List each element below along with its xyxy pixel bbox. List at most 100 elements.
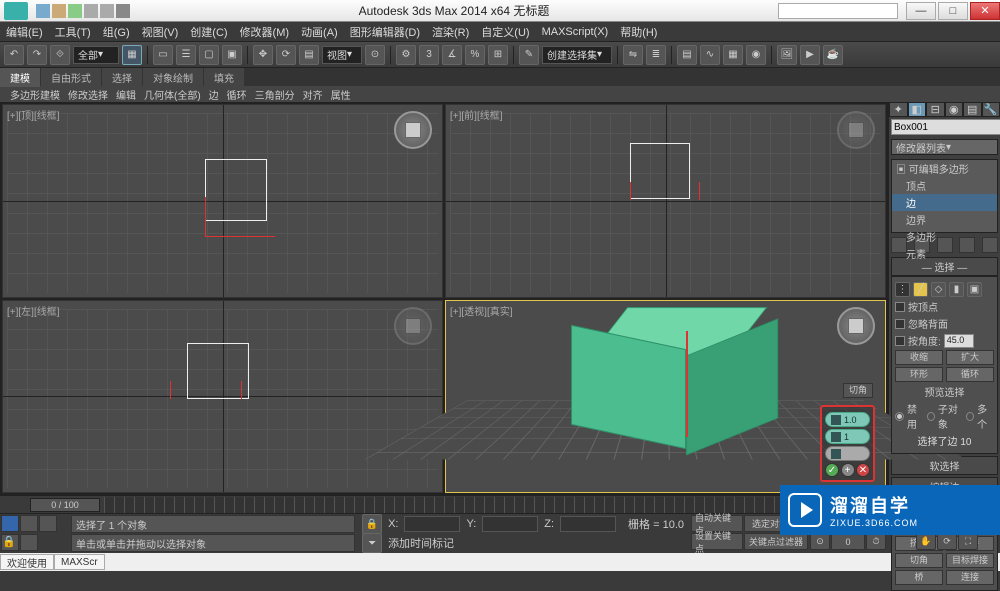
menu-view[interactable]: 视图(V) <box>142 24 179 40</box>
menu-tools[interactable]: 工具(T) <box>55 24 91 40</box>
subrib-props[interactable]: 属性 <box>331 87 351 102</box>
qa-save-icon[interactable] <box>68 4 82 18</box>
chamfer-segments-field[interactable]: 1 <box>825 429 870 444</box>
select-name-icon[interactable]: ☰ <box>176 45 196 65</box>
close-button[interactable]: ✕ <box>970 2 1000 20</box>
rect-select-icon[interactable]: ▢ <box>199 45 219 65</box>
menu-grapheditors[interactable]: 图形编辑器(D) <box>350 24 420 40</box>
qa-undo-icon[interactable] <box>84 4 98 18</box>
selection-filter[interactable]: 全部 ▾ <box>73 46 119 64</box>
render-frame-icon[interactable]: ▶ <box>800 45 820 65</box>
time-config-icon[interactable]: ⏱ <box>866 533 886 550</box>
percent-snap-icon[interactable]: % <box>465 45 485 65</box>
cmdtab-modify-icon[interactable]: ◧ <box>908 102 927 117</box>
maximize-button[interactable]: □ <box>938 2 968 20</box>
cmdtab-display-icon[interactable]: ▤ <box>963 102 982 117</box>
align-icon[interactable]: ≣ <box>646 45 666 65</box>
target-weld-button[interactable]: 目标焊接 <box>946 553 994 568</box>
cmdtab-hierarchy-icon[interactable]: ⊟ <box>926 102 945 117</box>
subobj-vertex-icon[interactable]: ⋮ <box>895 282 910 297</box>
coord-z[interactable] <box>560 516 616 532</box>
box-object[interactable] <box>570 307 720 427</box>
lock-icon[interactable]: 🔒 <box>1 534 19 551</box>
stack-border[interactable]: 边界 <box>892 211 997 228</box>
rotate-icon[interactable]: ⟳ <box>276 45 296 65</box>
help-search[interactable] <box>778 3 898 19</box>
track2-icon[interactable] <box>39 515 57 532</box>
app-logo[interactable] <box>4 2 28 20</box>
subrib-polymodel[interactable]: 多边形建模 <box>10 87 60 102</box>
frame-slider[interactable]: 0 / 100 <box>30 498 100 512</box>
angle-snap-icon[interactable]: ∡ <box>442 45 462 65</box>
shrink-button[interactable]: 收缩 <box>895 350 943 365</box>
render-icon[interactable]: ☕ <box>823 45 843 65</box>
keyfilter-button[interactable]: 关键点过滤器 <box>744 533 808 550</box>
subobj-edge-icon[interactable]: ╱ <box>913 282 928 297</box>
subrib-tri[interactable]: 三角剖分 <box>255 87 295 102</box>
current-frame[interactable]: 0 <box>831 533 865 550</box>
ring-button[interactable]: 环形 <box>895 367 943 382</box>
by-angle-checkbox[interactable] <box>895 336 905 346</box>
cmdtab-motion-icon[interactable]: ◉ <box>945 102 964 117</box>
subrib-align[interactable]: 对齐 <box>303 87 323 102</box>
curve-editor-icon[interactable]: ∿ <box>700 45 720 65</box>
menu-animation[interactable]: 动画(A) <box>301 24 338 40</box>
subobj-element-icon[interactable]: ▣ <box>967 282 982 297</box>
named-selection-set[interactable]: 创建选择集 ▾ <box>542 46 612 64</box>
modifier-list-dropdown[interactable]: 修改器列表 ▾ <box>891 139 998 155</box>
ribbon-tab-freeform[interactable]: 自由形式 <box>41 68 101 87</box>
footer-maxscript[interactable]: MAXScr <box>54 554 105 570</box>
modifier-stack[interactable]: ▣ 可编辑多边形 顶点 边 边界 多边形 元素 <box>891 159 998 233</box>
coord-x[interactable] <box>404 516 460 532</box>
select-icon[interactable]: ▭ <box>153 45 173 65</box>
cmdtab-create-icon[interactable]: ✦ <box>889 102 908 117</box>
qa-new-icon[interactable] <box>36 4 50 18</box>
coord-y[interactable] <box>482 516 538 532</box>
angle-spinner[interactable]: 45.0 <box>944 334 974 348</box>
ribbon-tab-objectpaint[interactable]: 对象绘制 <box>143 68 203 87</box>
stack-edge[interactable]: 边 <box>892 194 997 211</box>
subobj-border-icon[interactable]: ◇ <box>931 282 946 297</box>
schematic-icon[interactable]: ▦ <box>723 45 743 65</box>
manip-icon[interactable]: ⚙ <box>396 45 416 65</box>
qa-redo-icon[interactable] <box>100 4 114 18</box>
subobj-poly-icon[interactable]: ▮ <box>949 282 964 297</box>
mini-listener-icon[interactable] <box>1 515 19 532</box>
render-setup-icon[interactable]: 🖼 <box>777 45 797 65</box>
lock-selection-icon[interactable]: 🔒 <box>362 514 382 534</box>
ribbon-tab-modeling[interactable]: 建模 <box>0 68 40 87</box>
viewport-top[interactable]: [+][顶][线框] <box>2 104 443 298</box>
object-name-field[interactable] <box>891 119 1000 135</box>
menu-rendering[interactable]: 渲染(R) <box>432 24 469 40</box>
loop-button[interactable]: 循环 <box>946 367 994 382</box>
ribbon-tab-selection[interactable]: 选择 <box>102 68 142 87</box>
viewport-perspective[interactable]: [+][透视][真实] 切角 1.0 1 ✓ + ✕ <box>445 300 886 494</box>
menu-group[interactable]: 组(G) <box>103 24 130 40</box>
rollout-soft-head[interactable]: 软选择 <box>891 456 998 475</box>
chamfer-amount-field[interactable]: 1.0 <box>825 412 870 427</box>
chamfer-button[interactable]: 切角 <box>895 553 943 568</box>
preview-off-radio[interactable] <box>895 412 904 421</box>
stack-polygon[interactable]: 多边形 <box>892 228 997 245</box>
stack-vertex[interactable]: 顶点 <box>892 177 997 194</box>
bridge-button[interactable]: 桥 <box>895 570 943 585</box>
add-time-tag[interactable]: 添加时间标记 <box>388 535 454 551</box>
move-icon[interactable]: ✥ <box>253 45 273 65</box>
select-object-icon[interactable]: ▦ <box>122 45 142 65</box>
viewport-front[interactable]: [+][前][线框] <box>445 104 886 298</box>
maximize-vp-icon[interactable]: ⛶ <box>958 533 978 550</box>
preview-sub-radio[interactable] <box>927 412 935 421</box>
spinner-snap-icon[interactable]: ⊞ <box>488 45 508 65</box>
preview-multi-radio[interactable] <box>966 412 974 421</box>
menu-customize[interactable]: 自定义(U) <box>481 24 529 40</box>
ribbon-tab-populate[interactable]: 填充 <box>204 68 244 87</box>
viewcube-persp[interactable] <box>837 307 875 345</box>
chamfer-ok-button[interactable]: ✓ <box>825 463 839 477</box>
subrib-geom[interactable]: 几何体(全部) <box>144 87 201 102</box>
menu-edit[interactable]: 编辑(E) <box>6 24 43 40</box>
subrib-edit[interactable]: 编辑 <box>116 87 136 102</box>
isolate-icon[interactable] <box>20 534 38 551</box>
footer-welcome[interactable]: 欢迎使用 <box>0 554 54 570</box>
cmdtab-utilities-icon[interactable]: 🔧 <box>982 102 1000 117</box>
chamfer-apply-button[interactable]: + <box>841 463 855 477</box>
